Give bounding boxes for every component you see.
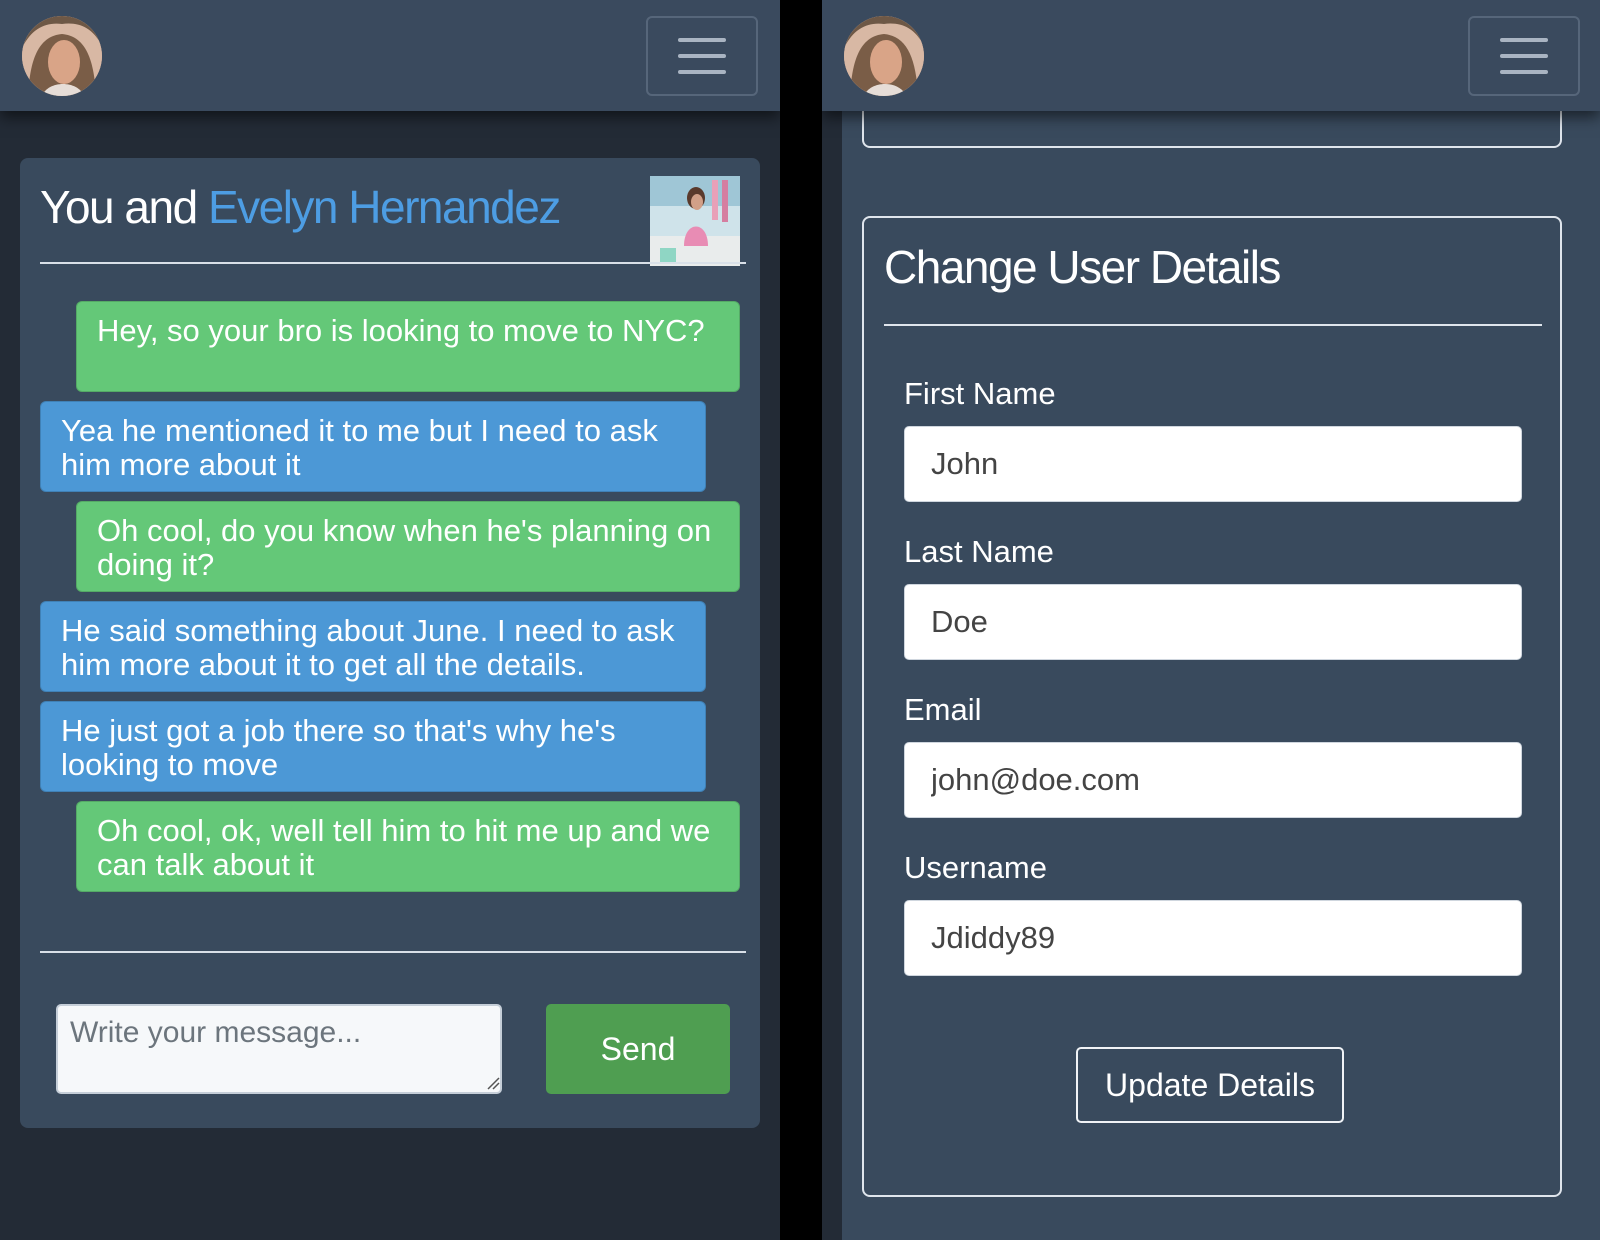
last-name-field[interactable]	[904, 584, 1522, 660]
message-bubble-theirs: He said something about June. I need to …	[40, 601, 706, 692]
message-bubble-theirs: Yea he mentioned it to me but I need to …	[40, 401, 706, 492]
send-button[interactable]: Send	[546, 1004, 730, 1094]
message-bubble-mine: Hey, so your bro is looking to move to N…	[76, 301, 740, 392]
avatar[interactable]	[22, 16, 102, 96]
chat-title-prefix: You and	[40, 181, 198, 233]
message-bubble-theirs: He just got a job there so that's why he…	[40, 701, 706, 792]
hamburger-menu-button[interactable]	[646, 16, 758, 96]
header-divider	[40, 262, 746, 264]
username-label: Username	[904, 850, 1047, 885]
update-details-button[interactable]: Update Details	[1076, 1047, 1344, 1123]
avatar[interactable]	[844, 16, 924, 96]
page-title: Change User Details	[884, 241, 1281, 293]
resize-grip-icon[interactable]	[486, 1076, 500, 1090]
composer-divider	[40, 951, 746, 953]
hamburger-menu-icon	[678, 38, 726, 42]
settings-screen: Change User Details First Name Last Name…	[822, 0, 1600, 1240]
change-details-card: Change User Details First Name Last Name…	[862, 216, 1562, 1197]
message-bubble-mine: Oh cool, do you know when he's planning …	[76, 501, 740, 592]
chat-screen: You and Evelyn Hernandez Hey, so your br…	[0, 0, 780, 1240]
message-input[interactable]	[56, 1004, 502, 1094]
contact-photo[interactable]	[650, 176, 740, 266]
username-field[interactable]	[904, 900, 1522, 976]
first-name-label: First Name	[904, 376, 1056, 411]
page-gutter	[822, 0, 842, 1240]
hamburger-menu-button[interactable]	[1468, 16, 1580, 96]
message-bubble-mine: Oh cool, ok, well tell him to hit me up …	[76, 801, 740, 892]
chat-card: You and Evelyn Hernandez Hey, so your br…	[20, 158, 760, 1128]
navbar	[0, 0, 780, 111]
title-divider	[884, 324, 1542, 326]
email-field[interactable]	[904, 742, 1522, 818]
navbar	[822, 0, 1600, 111]
last-name-label: Last Name	[904, 534, 1054, 569]
chat-title: You and Evelyn Hernandez	[40, 180, 561, 234]
email-label: Email	[904, 692, 982, 727]
hamburger-menu-icon	[1500, 38, 1548, 42]
contact-name[interactable]: Evelyn Hernandez	[208, 181, 561, 233]
first-name-field[interactable]	[904, 426, 1522, 502]
